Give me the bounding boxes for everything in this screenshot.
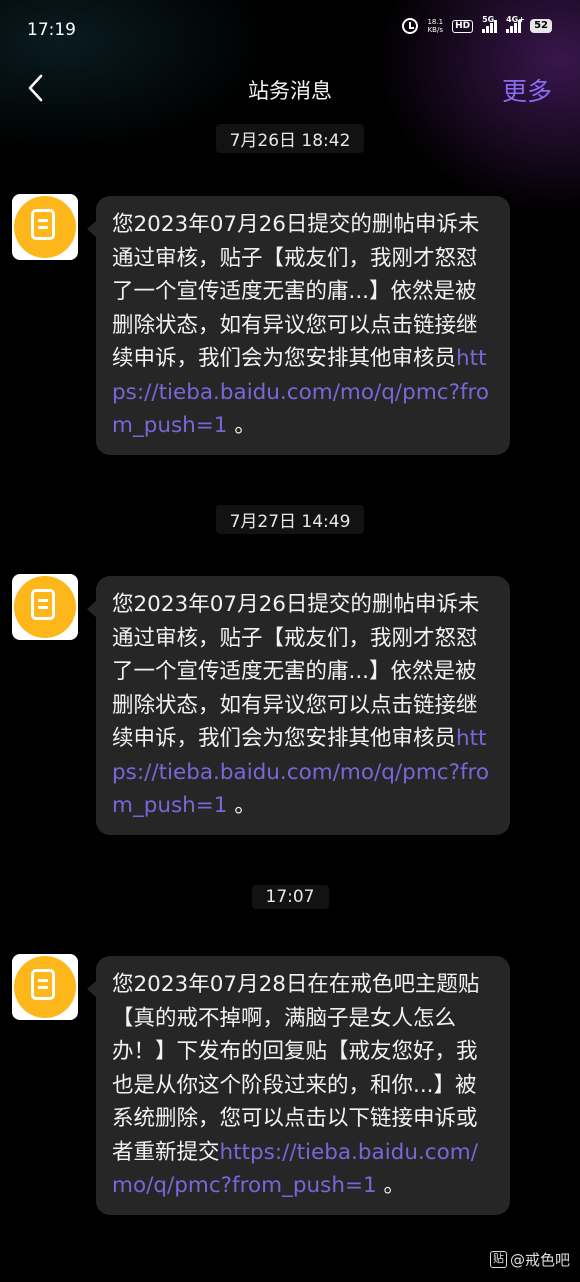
message-tail: 。	[227, 793, 256, 818]
watermark: 贴 @戒色吧	[489, 1249, 570, 1270]
watermark-text: @戒色吧	[509, 1251, 570, 1269]
status-icons: 18.1 KB/s HD 5G 4G+ 52	[402, 15, 552, 34]
message-timestamp: 17:07	[0, 885, 580, 909]
signal-5g-label: 5G	[482, 15, 495, 24]
message-bubble: 您2023年07月26日提交的删帖申诉未通过审核，贴子【戒友们，我刚才怒怼了一个…	[87, 576, 510, 835]
avatar[interactable]	[12, 194, 78, 260]
avatar[interactable]	[12, 574, 78, 640]
timestamp-text: 7月26日 18:42	[215, 124, 365, 153]
document-icon	[31, 589, 55, 620]
status-time: 17:19	[27, 20, 76, 40]
message-bubble: 您2023年07月28日在在戒色吧主题贴【真的戒不掉啊，满脑子是女人怎么办！】下…	[87, 956, 510, 1215]
battery-icon: 52	[530, 19, 552, 33]
message-tail: 。	[376, 1173, 405, 1198]
signal-4g-icon: 4G+	[506, 15, 525, 33]
message-tail: 。	[227, 413, 256, 438]
signal-5g-icon: 5G	[482, 15, 498, 33]
document-icon	[31, 969, 55, 1000]
message-text: 您2023年07月26日提交的删帖申诉未通过审核，贴子【戒友们，我刚才怒怼了一个…	[112, 212, 480, 371]
message-timestamp: 7月26日 18:42	[0, 124, 580, 153]
network-speed-unit: KB/s	[427, 26, 443, 34]
hd-icon: HD	[452, 19, 474, 33]
network-speed-value: 18.1	[427, 18, 444, 26]
timestamp-text: 17:07	[251, 885, 329, 909]
message-timestamp: 7月27日 14:49	[0, 505, 580, 534]
timestamp-text: 7月27日 14:49	[215, 505, 365, 534]
page-title: 站务消息	[248, 79, 332, 103]
document-icon	[31, 209, 55, 240]
avatar[interactable]	[12, 954, 78, 1020]
alarm-icon	[402, 18, 419, 34]
status-bar: 17:19 18.1 KB/s HD 5G 4G+ 52	[0, 0, 580, 62]
message-bubble: 您2023年07月26日提交的删帖申诉未通过审核，贴子【戒友们，我刚才怒怼了一个…	[87, 196, 510, 455]
message-text: 您2023年07月26日提交的删帖申诉未通过审核，贴子【戒友们，我刚才怒怼了一个…	[112, 592, 480, 751]
message-text: 您2023年07月28日在在戒色吧主题贴【真的戒不掉啊，满脑子是女人怎么办！】下…	[112, 972, 480, 1165]
more-button[interactable]: 更多	[502, 72, 552, 108]
network-speed: 18.1 KB/s	[427, 18, 443, 34]
nav-bar: 站务消息 更多	[0, 62, 580, 114]
signal-4g-label: 4G+	[506, 15, 525, 24]
tieba-icon: 贴	[489, 1251, 507, 1268]
